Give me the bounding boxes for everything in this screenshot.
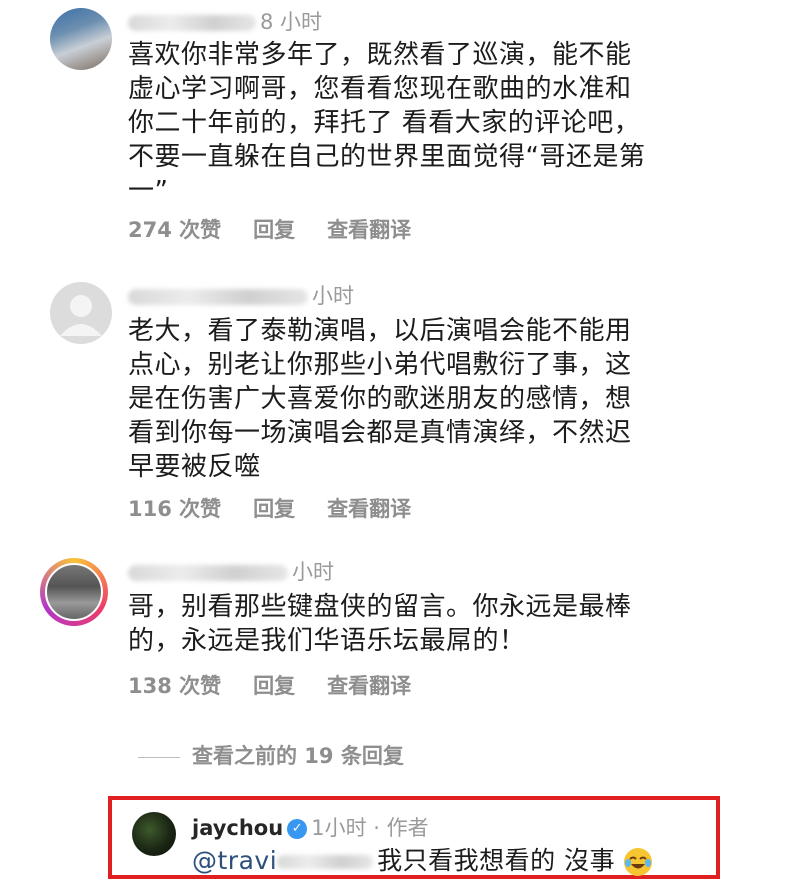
reply-time: 1小时 · 作者 (311, 816, 429, 840)
like-count[interactable]: 274 次赞 (128, 214, 221, 244)
avatar[interactable] (132, 812, 176, 856)
translate-button[interactable]: 查看翻译 (327, 493, 411, 523)
comment-meta: 8 小时 (128, 6, 322, 36)
comment-text: 哥，别看那些键盘侠的留言。你永远是最棒 的，永远是我们华语乐坛最屌的！ (128, 592, 632, 656)
comment-actions: 138 次赞 回复 查看翻译 (128, 670, 443, 700)
comment-actions: 116 次赞 回复 查看翻译 (128, 493, 443, 523)
reply-text: @travi 我只看我想看的 沒事 (192, 844, 712, 878)
reply-button[interactable]: 回复 (253, 214, 295, 244)
author-username[interactable]: jaychou (192, 816, 283, 840)
divider-line (138, 756, 180, 758)
comment-meta: 小时 (128, 556, 334, 586)
blurred-username (128, 565, 288, 581)
avatar[interactable] (50, 8, 112, 70)
blurred-username (128, 289, 308, 305)
avatar[interactable] (50, 282, 112, 344)
verified-badge-icon: ✓ (287, 819, 308, 839)
mention-link[interactable]: @travi (192, 846, 277, 875)
comment-time: 8 小时 (260, 10, 323, 34)
view-replies-label: 查看之前的 19 条回复 (192, 744, 404, 768)
comment-actions: 274 次赞 回复 查看翻译 (128, 214, 443, 244)
reply-body: 我只看我想看的 沒事 (377, 846, 616, 875)
reply-meta: jaychou ✓ 1小时 · 作者 (192, 812, 429, 842)
comment-text: 喜欢你非常多年了，既然看了巡演，能不能 虚心学习啊哥，您看看您现在歌曲的水准和 … (128, 40, 646, 206)
blurred-mention (277, 855, 374, 869)
translate-button[interactable]: 查看翻译 (327, 670, 411, 700)
view-previous-replies[interactable]: 查看之前的 19 条回复 (138, 740, 404, 770)
avatar[interactable] (40, 558, 108, 626)
like-count[interactable]: 116 次赞 (128, 493, 221, 523)
comment-time: 小时 (292, 560, 334, 584)
reply-button[interactable]: 回复 (253, 493, 295, 523)
avatar-image (45, 563, 103, 621)
face-with-tears-of-joy-icon (623, 848, 652, 876)
comment-meta: 小时 (128, 280, 354, 310)
blurred-username (128, 15, 256, 31)
comment-text: 老大，看了泰勒演唱，以后演唱会能不能用 点心，别老让你那些小弟代唱敷衍了事，这 … (128, 316, 632, 482)
reply-button[interactable]: 回复 (253, 670, 295, 700)
default-user-icon (60, 295, 102, 336)
translate-button[interactable]: 查看翻译 (327, 214, 411, 244)
comment-time: 小时 (312, 284, 354, 308)
like-count[interactable]: 138 次赞 (128, 670, 221, 700)
